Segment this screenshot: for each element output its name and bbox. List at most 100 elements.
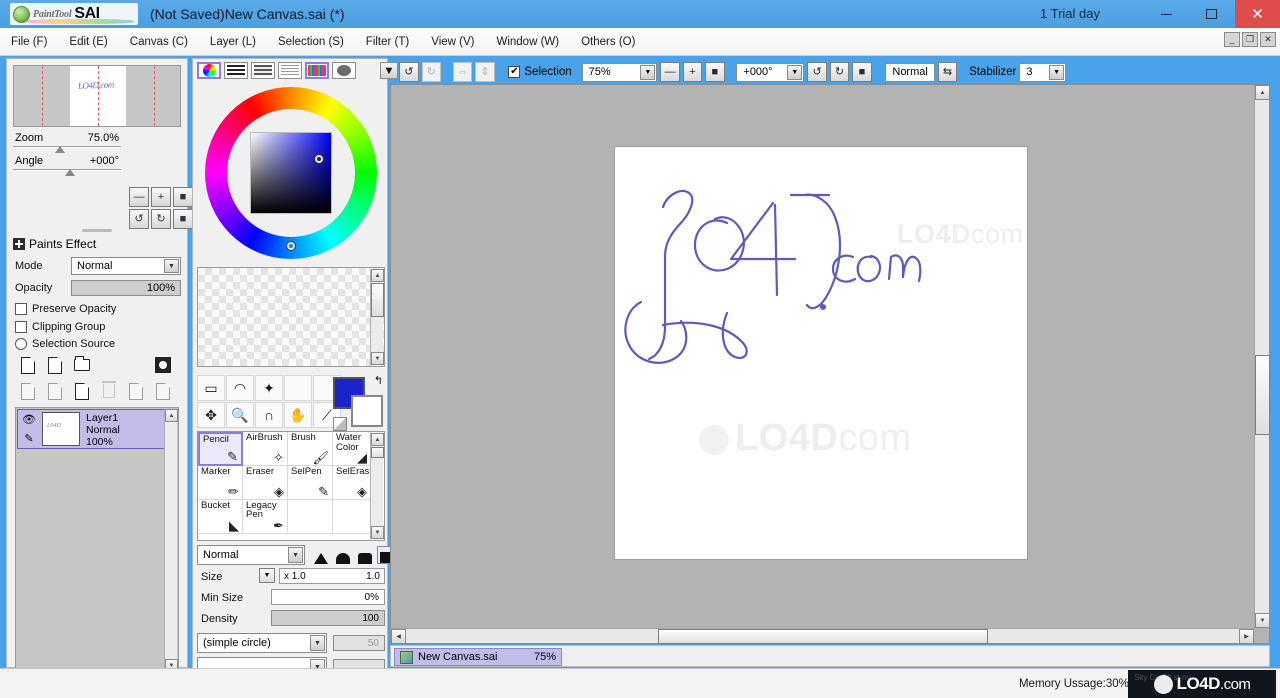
chevron-down-icon[interactable]: ▼ xyxy=(640,64,656,80)
clipping-group-checkbox[interactable] xyxy=(15,321,27,333)
window-close-button[interactable]: ✕ xyxy=(1235,0,1280,28)
selection-source-radio[interactable] xyxy=(15,338,27,350)
navigator-zoom-knob[interactable] xyxy=(55,146,65,153)
brush-shape-combo[interactable]: (simple circle) ▼ xyxy=(197,633,327,653)
preserve-opacity-checkbox[interactable] xyxy=(15,303,27,315)
brush-grid-vertical-scrollbar[interactable]: ▲ ▼ xyxy=(370,433,384,539)
hsv-sliders-mode-icon[interactable] xyxy=(251,62,275,79)
canvas-vscroll-thumb[interactable] xyxy=(1255,355,1270,435)
zoom-combo[interactable]: 75% ▼ xyxy=(581,62,658,82)
canvas-scroll-right-icon[interactable]: ▶ xyxy=(1239,629,1254,644)
mdi-minimize-button[interactable]: _ xyxy=(1224,32,1240,47)
swatches-mode-icon[interactable] xyxy=(305,62,329,79)
brush-tool-brush[interactable]: Brush 🖌 xyxy=(288,432,333,466)
window-maximize-button[interactable] xyxy=(1189,0,1234,28)
layer-list-item[interactable]: 👁 ✎ L04D Layer1 Normal 100% xyxy=(17,409,165,449)
brush-tool-marker[interactable]: Marker ✏ xyxy=(198,466,243,500)
brush-tool-pencil[interactable]: Pencil ✎ xyxy=(198,432,243,466)
clipping-group-row[interactable]: Clipping Group xyxy=(15,321,105,333)
brush-tool-empty-2[interactable] xyxy=(333,500,371,534)
chevron-down-icon-angle[interactable]: ▼ xyxy=(787,64,803,80)
rect-select-icon[interactable]: ▭ xyxy=(197,375,225,401)
menu-edit[interactable]: Edit (E) xyxy=(58,32,118,52)
apply-mask-icon[interactable] xyxy=(71,381,93,401)
min-size-field[interactable]: 0% xyxy=(271,589,385,605)
zoom-reset-button[interactable]: ■ xyxy=(705,62,725,82)
transparent-color-icon[interactable] xyxy=(333,417,347,431)
flip-vertical-button[interactable]: ⇕ xyxy=(475,62,495,82)
gradient-mode-icon[interactable] xyxy=(278,62,302,79)
edge-shape-flat[interactable] xyxy=(355,546,375,564)
flip-horizontal-button[interactable]: ⇔ xyxy=(452,62,473,82)
tool-empty-1[interactable] xyxy=(284,375,312,401)
angle-combo[interactable]: +000° ▼ xyxy=(736,62,805,82)
navigator-zoom-fit-button[interactable]: ■ xyxy=(173,187,193,207)
hue-marker[interactable] xyxy=(287,242,295,250)
layer-select-pen-icon[interactable]: ✎ xyxy=(18,429,40,448)
navigator-zoom-out-button[interactable]: — xyxy=(129,187,149,207)
paints-effect-header[interactable]: Paints Effect xyxy=(13,237,96,251)
background-color-swatch[interactable] xyxy=(351,395,383,427)
layer-list-vertical-scrollbar[interactable]: ▲ ▼ xyxy=(164,409,178,672)
navigator-angle-knob[interactable] xyxy=(65,169,75,176)
rotate-ccw-button[interactable]: ↺ xyxy=(807,62,827,82)
brush-tool-watercolor[interactable]: Water Color ◢ xyxy=(333,432,371,466)
zoom-in-button[interactable]: + xyxy=(682,62,703,82)
navigator-preview[interactable]: LO4D.com xyxy=(13,65,181,127)
navigator-rotate-cw-button[interactable]: ↻ xyxy=(151,209,171,229)
brush-tool-selpen[interactable]: SelPen ✎ xyxy=(288,466,333,500)
merge-down-icon[interactable] xyxy=(44,381,66,401)
hand-tool-icon[interactable]: ✋ xyxy=(284,402,312,428)
sv-marker[interactable] xyxy=(315,155,323,163)
undo-button[interactable]: ↺ xyxy=(399,62,419,82)
selection-source-row[interactable]: Selection Source xyxy=(15,338,115,350)
canvas-paper[interactable]: LO4Dcom LO4Dcom xyxy=(615,147,1027,559)
canvas-scroll-up-icon[interactable]: ▲ xyxy=(1255,85,1270,100)
navigator-angle-slider[interactable]: Angle +000° xyxy=(13,154,121,176)
magic-wand-icon[interactable]: ✦ xyxy=(255,375,283,401)
mirror-view-button[interactable]: ⇆ xyxy=(937,62,958,82)
navigator-zoom-slider[interactable]: Zoom 75.0% xyxy=(13,131,121,153)
menu-window[interactable]: Window (W) xyxy=(485,32,570,52)
blend-mode-combo[interactable]: Normal ▼ xyxy=(71,257,181,275)
lasso-select-icon[interactable]: ◠ xyxy=(226,375,254,401)
document-tab[interactable]: New Canvas.sai 75% xyxy=(394,648,562,666)
color-wheel-mode-icon[interactable] xyxy=(197,62,221,79)
scratchpad-mode-icon[interactable] xyxy=(332,62,356,79)
mdi-restore-button[interactable]: ❐ xyxy=(1242,32,1258,47)
scratchpad-scroll-down-icon[interactable]: ▼ xyxy=(371,352,384,365)
brush-scroll-thumb[interactable] xyxy=(371,447,384,458)
menu-file[interactable]: File (F) xyxy=(0,32,58,52)
preserve-opacity-row[interactable]: Preserve Opacity xyxy=(15,303,116,315)
duplicate-layer-icon[interactable] xyxy=(17,381,39,401)
stabilizer-combo[interactable]: 3 ▼ xyxy=(1019,62,1067,82)
menu-filter[interactable]: Filter (T) xyxy=(355,32,420,52)
brush-shape-value[interactable]: 50 xyxy=(333,635,385,651)
layer-visibility-eye-icon[interactable]: 👁 xyxy=(18,410,40,429)
edge-shape-sharp[interactable] xyxy=(311,546,331,564)
canvas-hscroll-thumb[interactable] xyxy=(658,629,988,644)
color-panel-menu-icon[interactable]: ▼ xyxy=(380,62,398,79)
scratchpad-vertical-scrollbar[interactable]: ▲ ▼ xyxy=(370,269,384,365)
canvas-viewport[interactable]: LO4Dcom LO4Dcom ▲ ▼ ◀ ▶ xyxy=(390,84,1270,644)
chevron-down-icon-mode[interactable]: ▼ xyxy=(164,259,179,273)
brush-tool-empty-1[interactable] xyxy=(288,500,333,534)
menu-view[interactable]: View (V) xyxy=(420,32,485,52)
size-mode-toggle[interactable]: ▼ xyxy=(259,568,275,583)
brush-scroll-up-icon[interactable]: ▲ xyxy=(371,433,384,446)
add-layer-icon[interactable] xyxy=(152,381,174,401)
canvas-scroll-left-icon[interactable]: ◀ xyxy=(391,629,406,644)
brush-tool-bucket[interactable]: Bucket ◣ xyxy=(198,500,243,534)
expand-plus-icon[interactable] xyxy=(13,238,25,250)
density-slider[interactable]: 100 xyxy=(271,610,385,626)
canvas-vertical-scrollbar[interactable]: ▲ ▼ xyxy=(1254,85,1270,628)
rotate-tool-icon[interactable]: ∩ xyxy=(255,402,283,428)
menu-layer[interactable]: Layer (L) xyxy=(199,32,267,52)
new-linework-layer-icon[interactable] xyxy=(44,355,66,375)
redo-button[interactable]: ↻ xyxy=(421,62,441,82)
brush-scroll-down-icon[interactable]: ▼ xyxy=(371,526,384,539)
selection-checkbox[interactable]: ✔ xyxy=(508,66,521,78)
size-value-field[interactable]: x 1.0 1.0 xyxy=(279,568,385,584)
zoom-out-button[interactable]: — xyxy=(660,62,680,82)
navigator-zoom-in-button[interactable]: + xyxy=(151,187,171,207)
